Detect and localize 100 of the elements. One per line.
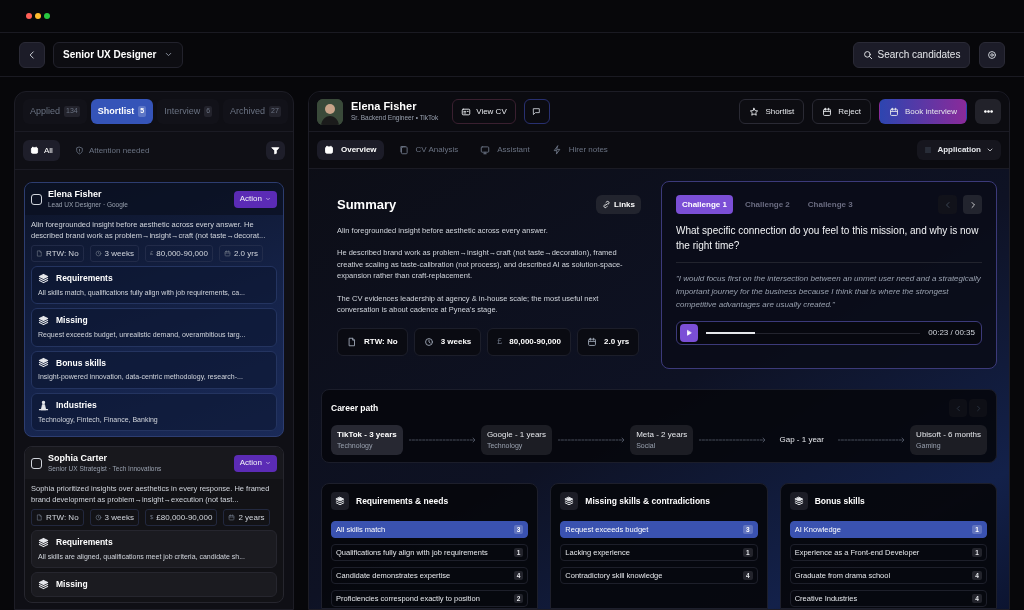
document-icon xyxy=(347,336,357,347)
view-dropdown[interactable]: Application xyxy=(917,140,1001,160)
comment-button[interactable] xyxy=(523,99,550,124)
caret-icon xyxy=(265,460,271,466)
section-title: Requirements xyxy=(56,272,113,285)
checkbox[interactable] xyxy=(31,457,42,469)
skill-card-heading: Bonus skills xyxy=(814,494,865,508)
fact-label: 3 weeks xyxy=(104,511,134,524)
clock-icon xyxy=(94,514,102,521)
fact-label: 3 weeks xyxy=(440,335,472,348)
fact-label: 80,000-90,000 xyxy=(509,335,561,348)
clock-icon xyxy=(94,250,102,257)
challenge-tab[interactable]: Challenge 3 xyxy=(801,195,859,214)
career-step-title: Ubisoft - 6 months xyxy=(916,428,982,441)
detail-tab[interactable]: Hirer notes xyxy=(544,140,615,160)
filter-chip[interactable]: Attention needed xyxy=(67,140,157,161)
section-title: Requirements xyxy=(56,536,113,549)
arrow-icon xyxy=(558,436,625,444)
avatar-icon xyxy=(317,98,343,125)
career-step-title: Meta - 2 years xyxy=(636,428,688,441)
chat-icon xyxy=(532,107,542,116)
window-control[interactable] xyxy=(44,13,50,19)
detail-tab[interactable]: Assistant xyxy=(473,140,537,160)
chevron-left-icon xyxy=(943,200,952,209)
layers-icon xyxy=(38,536,49,548)
fact-label: 2.0 yrs xyxy=(233,247,258,260)
candidate-name: Elena Fisher xyxy=(48,189,103,200)
document-icon xyxy=(36,250,43,257)
fact-label: RTW: No xyxy=(364,335,398,348)
layers-icon xyxy=(38,315,49,327)
layers-icon xyxy=(560,492,579,510)
career-gap: Gap - 1 year xyxy=(778,434,825,446)
settings-button[interactable] xyxy=(979,41,1005,68)
checkbox[interactable] xyxy=(31,193,42,205)
challenge-tab[interactable]: Challenge 2 xyxy=(738,195,796,214)
layers-icon xyxy=(38,579,49,591)
layers-icon xyxy=(38,357,49,369)
action-button[interactable]: Action xyxy=(233,454,277,472)
chevron-right-icon xyxy=(974,404,982,412)
summary-heading: Summary xyxy=(337,196,397,214)
book-interview-button[interactable]: Book interview xyxy=(878,99,967,124)
more-button[interactable] xyxy=(975,99,1001,124)
skill-card-heading: Missing skills & contradictions xyxy=(585,494,711,508)
layers-icon xyxy=(38,272,49,284)
window-control[interactable] xyxy=(35,13,41,19)
reject-button[interactable]: Reject xyxy=(812,99,871,124)
fact-label: 3 weeks xyxy=(104,247,134,260)
caret-icon xyxy=(164,50,174,59)
layers-icon xyxy=(789,492,808,510)
audio-time: 00:23 / 00:35 xyxy=(928,327,975,339)
settings-icon xyxy=(987,49,997,60)
star-icon xyxy=(749,106,760,117)
arrow-icon xyxy=(837,436,905,444)
fact-label: RTW: No xyxy=(46,511,79,524)
chevron-right-icon xyxy=(968,200,977,209)
fact-label: RTW: No xyxy=(46,247,79,260)
window-control[interactable] xyxy=(26,13,32,19)
fact-label: 80,000-90,000 xyxy=(156,247,208,260)
shield-icon xyxy=(74,146,84,155)
view-cv-button[interactable]: View CV xyxy=(452,99,516,124)
clock-icon xyxy=(423,336,434,347)
id-card-icon xyxy=(461,106,472,117)
monitor-icon xyxy=(480,145,491,155)
links-button[interactable]: Links xyxy=(596,195,641,215)
search-button[interactable]: Search candidates xyxy=(853,41,970,68)
fact-label: 2.0 yrs xyxy=(603,335,630,348)
career-step-title: Google - 1 years xyxy=(486,428,547,441)
next-button[interactable] xyxy=(963,195,982,214)
candidate-name: Elena Fisher xyxy=(351,100,418,114)
career-path-heading: Career path xyxy=(331,401,379,415)
detail-tab[interactable]: CV Analysis xyxy=(391,140,466,160)
back-icon xyxy=(27,49,37,60)
candidate-card[interactable] xyxy=(24,182,284,437)
section-title: Industries xyxy=(56,398,97,412)
fact-label: £80,000-90,000 xyxy=(156,511,213,524)
filter-icon xyxy=(271,146,280,155)
layers-icon xyxy=(331,492,349,510)
arrow-icon xyxy=(699,436,766,444)
challenge-answer: "I would focus first on the intersection between an unmet user need and a strategically important journey for the business because I think that is where the strongest competitive advantages are usually created." xyxy=(676,273,982,311)
filter-button[interactable] xyxy=(266,141,285,160)
detail-tab[interactable]: Overview xyxy=(317,140,384,160)
candidate-card[interactable] xyxy=(24,446,284,603)
chevron-left-icon xyxy=(954,404,962,412)
challenge-tab[interactable]: Challenge 1 xyxy=(676,195,733,214)
filter-chip[interactable]: All xyxy=(23,140,60,161)
document-icon xyxy=(36,514,43,521)
challenge-question: What specific connection do you feel to this mission, and why is now the right time? xyxy=(676,223,982,263)
career-step-title: TikTok - 3 years xyxy=(337,428,397,441)
play-button[interactable] xyxy=(680,324,698,342)
caret-icon xyxy=(986,146,994,154)
play-icon xyxy=(685,329,693,337)
section-title: Bonus skills xyxy=(56,356,107,370)
arrow-icon xyxy=(408,436,475,444)
currency-symbol: £ xyxy=(497,334,503,348)
action-button[interactable]: Action xyxy=(233,190,277,208)
shortlist-button[interactable]: Shortlist xyxy=(739,99,805,124)
section-title: Missing xyxy=(56,578,88,591)
job-dropdown[interactable]: Senior UX Designer xyxy=(53,41,184,68)
person-icon xyxy=(38,399,49,411)
search-icon xyxy=(862,49,873,60)
